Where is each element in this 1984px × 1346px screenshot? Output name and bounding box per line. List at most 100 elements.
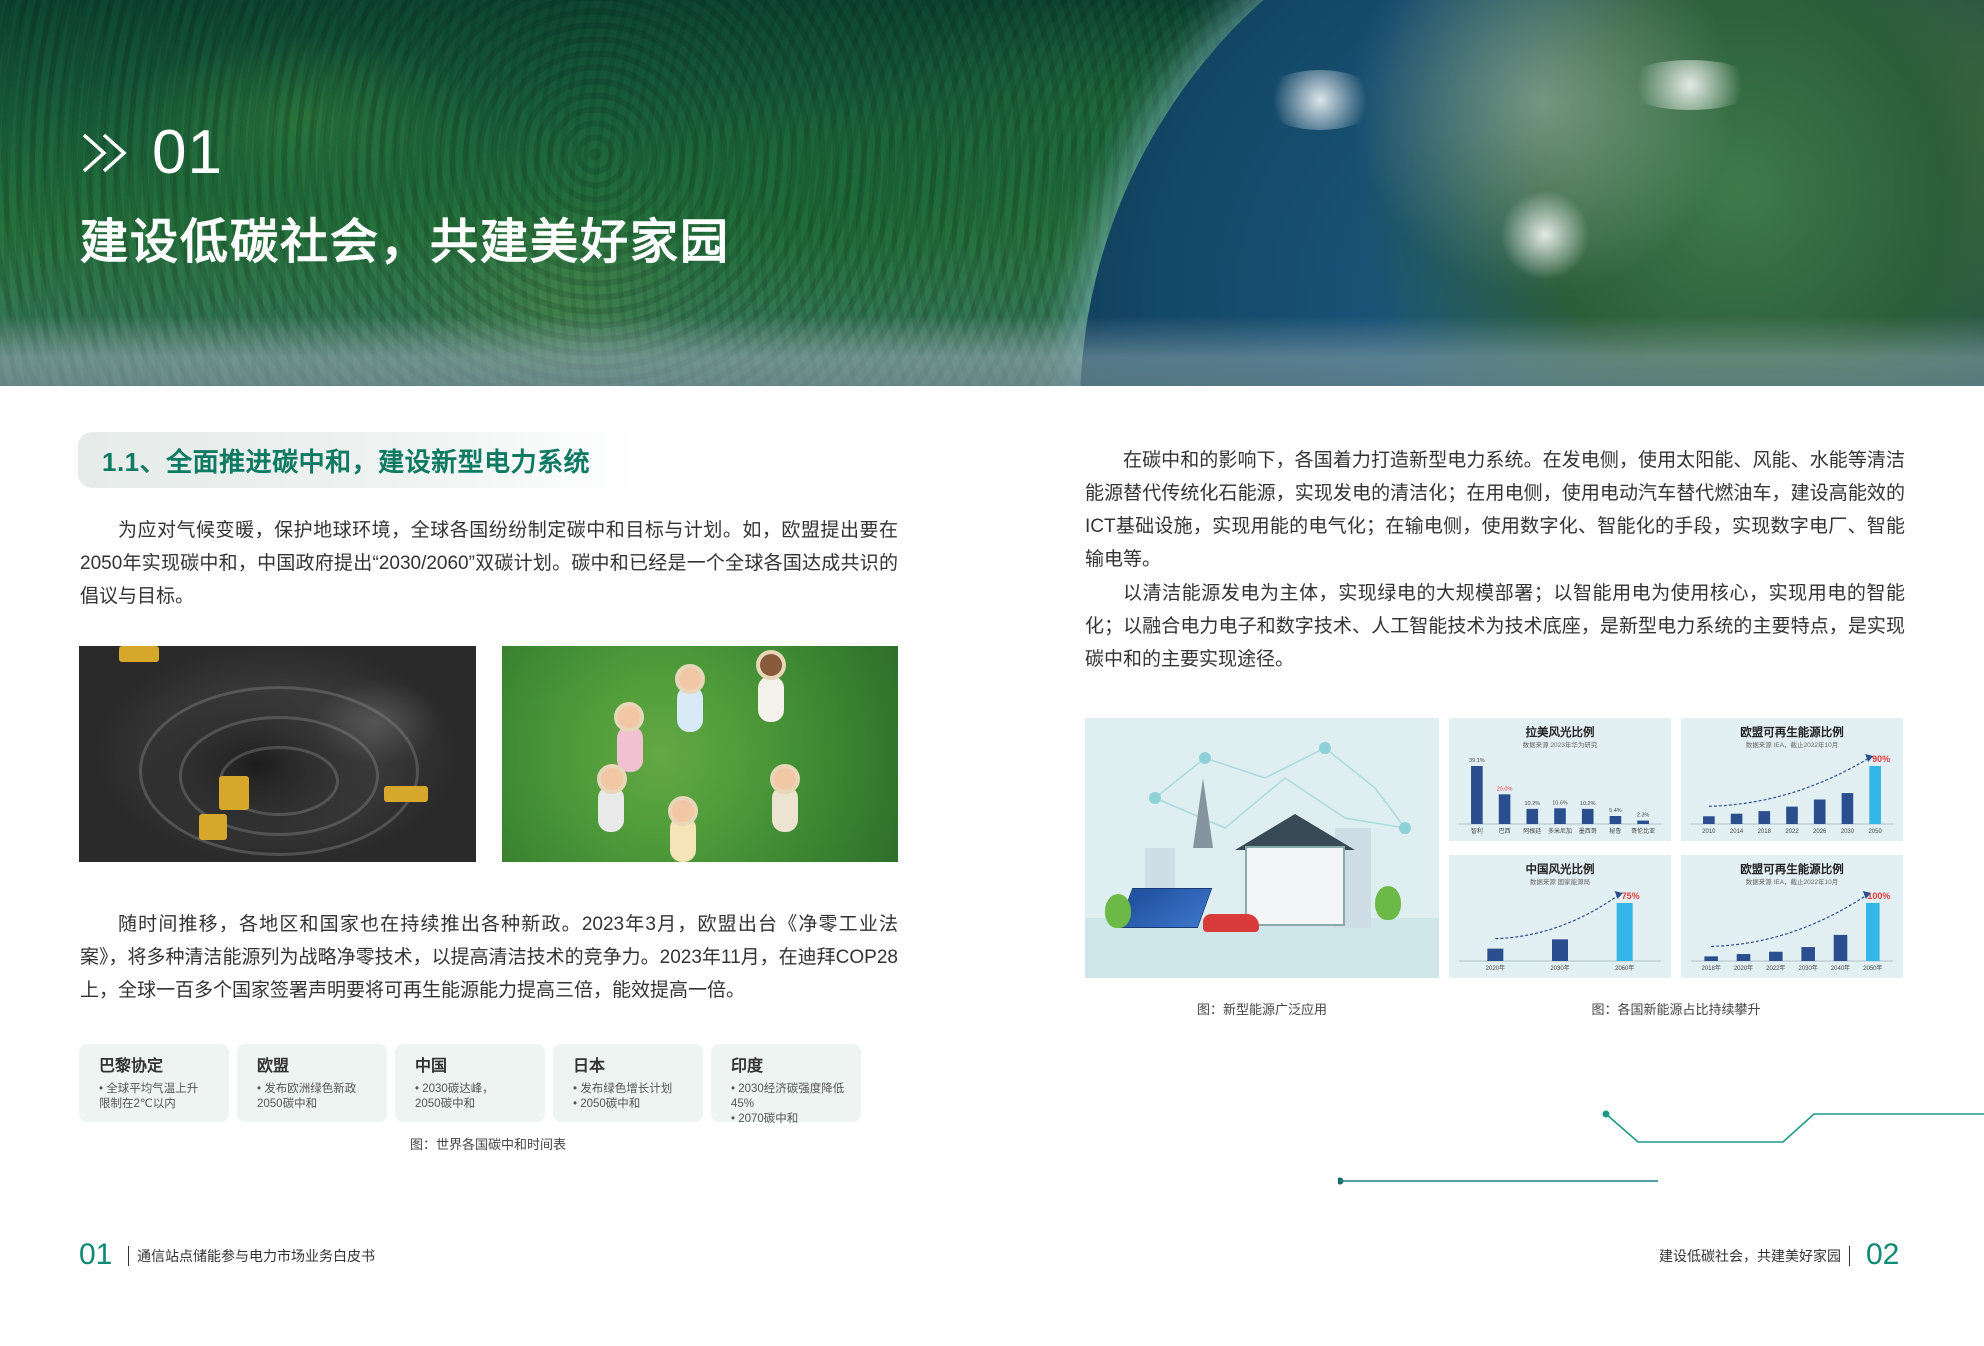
chart-bar: [1552, 939, 1568, 961]
section-number: 01: [80, 122, 730, 184]
chart-subtitle: 数据来源 国家能源局: [1530, 877, 1590, 886]
chart-subtitle: 数据来源 IEA，截止2022年10月: [1746, 740, 1838, 749]
chart-tick-label: 2022: [1785, 829, 1799, 835]
solar-panel: [1117, 888, 1213, 928]
card-china: 中国 • 2030碳达峰， 2050碳中和: [395, 1044, 545, 1122]
chart-china-wind-solar: 中国风光比例 数据来源 国家能源局 2020年 2030年 2060年 75%: [1449, 855, 1671, 978]
chart-bar: [1498, 794, 1511, 824]
card-line: • 2030碳达峰，: [415, 1083, 494, 1095]
chart-tick-label: 2050年: [1863, 964, 1882, 972]
chart-svg: 欧盟可再生能源比例数据来源 IEA，截止2022年10月 2018年 2020年 20…: [1691, 862, 1893, 972]
chart-tick-label: 2030年: [1798, 964, 1817, 972]
chart-data-label: 39.1%: [1469, 758, 1485, 764]
cloud-band: [1620, 60, 1760, 110]
chart-bar: [1471, 766, 1483, 824]
chart-title: 拉美风光比例: [1526, 725, 1595, 739]
chart-data-label: 10.6%: [1552, 800, 1568, 806]
chart-bar: [1833, 934, 1848, 961]
mining-truck: [119, 646, 159, 662]
card-title: 巴黎协定: [99, 1058, 164, 1075]
chart-data-label: 90%: [1872, 754, 1890, 764]
child-head: [770, 764, 800, 794]
chart-svg: 拉美风光比例数据来源 2023年华为研究智利 39.1% 巴西 20.0% 阿根廷 10.…: [1459, 725, 1661, 835]
card-japan: 日本 • 发布绿色增长计划 • 2050碳中和: [553, 1044, 703, 1122]
intro-paragraph: 为应对气候变暖，保护地球环境，全球各国纷纷制定碳中和目标与计划。如，欧盟提出要在…: [80, 520, 898, 607]
children-circle-photo: [502, 646, 898, 862]
chart-bar: [1616, 903, 1633, 961]
chart-bar: [1703, 816, 1715, 824]
chart-tick-label: 哥伦比亚: [1631, 827, 1655, 835]
chart-bar: [1866, 903, 1880, 961]
illustration-caption: 图：新型能源广泛应用: [1196, 1002, 1327, 1017]
chart-bar: [1554, 808, 1566, 824]
chart-tick-label: 2030: [1841, 829, 1855, 835]
features-paragraph: 以清洁能源发电为主体，实现绿电的大规模部署；以智能用电为使用核心，实现用电的智能…: [1085, 583, 1905, 670]
section-number-text: 01: [152, 118, 223, 187]
page-number-left: 01: [79, 1238, 113, 1271]
chart-tick-label: 2010: [1702, 829, 1716, 835]
chart-data-label: 75%: [1622, 891, 1640, 901]
coal-mine-photo: [79, 646, 476, 862]
subsection-heading: 1.1、全面推进碳中和，建设新型电力系统: [78, 432, 638, 488]
chart-tick-label: 2050: [1868, 829, 1882, 835]
network-node: [1399, 822, 1411, 834]
chart-latam-wind-solar: 拉美风光比例 数据来源 2023年华为研究 智利 39.1% 巴西 20.0% 阿根廷 10.…: [1449, 718, 1671, 841]
child-figure: [617, 726, 643, 772]
chart-tick-label: 2020年: [1734, 964, 1753, 972]
chart-svg: 中国风光比例数据来源 国家能源局 2020年 2030年 2060年 75%: [1459, 862, 1661, 972]
child-head: [597, 764, 627, 794]
chart-bar: [1609, 815, 1622, 824]
card-title: 印度: [731, 1058, 764, 1075]
card-line: 2050碳中和: [257, 1098, 318, 1110]
chart-eu-renewables-2040: 欧盟可再生能源比例 数据来源 IEA，截止2022年10月 2018年 2020年 20…: [1681, 855, 1903, 978]
card-line: • 2070碳中和: [731, 1113, 799, 1125]
card-title: 日本: [573, 1058, 606, 1075]
tree: [1375, 886, 1401, 920]
chart-tick-label: 2022年: [1766, 964, 1785, 972]
chart-tick-label: 多米尼加: [1548, 827, 1572, 835]
card-line: • 全球平均气温上升: [99, 1083, 199, 1095]
chart-bar: [1801, 947, 1815, 961]
network-node: [1319, 742, 1331, 754]
tree: [1105, 894, 1131, 928]
chart-data-label: 10.2%: [1580, 801, 1596, 807]
chart-tick-label: 巴西: [1499, 828, 1511, 835]
chart-bar: [1869, 766, 1881, 824]
chart-tick-label: 墨西哥: [1579, 828, 1597, 835]
page-title: 建设低碳社会，共建美好家园: [80, 216, 731, 269]
child-head: [675, 664, 705, 694]
chart-tick-label: 2030年: [1550, 964, 1569, 972]
chart-data-label: 100%: [1867, 891, 1890, 901]
chart-subtitle: 数据来源 IEA，截止2022年10月: [1746, 877, 1838, 886]
chart-tick-label: 2018年: [1701, 964, 1720, 972]
page-number-right: 02: [1866, 1238, 1900, 1271]
chart-bar: [1769, 951, 1783, 961]
child-head: [668, 796, 698, 826]
card-paris-agreement: 巴黎协定 • 全球平均气温上升 限制在2℃以内: [79, 1044, 229, 1122]
banner-haze: [0, 316, 1984, 386]
chart-bar: [1758, 811, 1771, 824]
chart-trend-arrow: [1495, 894, 1620, 940]
double-chevron-icon: [82, 133, 127, 173]
chart-bar: [1736, 954, 1751, 961]
card-india: 印度 • 2030经济碳强度降低45% • 2070碳中和: [711, 1044, 861, 1125]
mining-truck: [384, 786, 428, 802]
chart-bar: [1526, 808, 1539, 824]
decorative-lines: [1338, 1110, 1984, 1185]
chart-svg: 欧盟可再生能源比例数据来源 IEA，截止2022年10月 2010 2014 2018…: [1691, 725, 1893, 835]
card-title: 欧盟: [257, 1058, 290, 1075]
cyclone-swirl: [1500, 190, 1590, 280]
chart-tick-label: 智利: [1471, 827, 1483, 835]
chart-title: 中国风光比例: [1526, 862, 1595, 876]
card-line: 2050碳中和: [415, 1098, 476, 1110]
card-line: • 发布欧洲绿色新政: [257, 1083, 357, 1095]
power-system-paragraph: 在碳中和的影响下，各国着力打造新型电力系统。在发电侧，使用太阳能、风能、水能等清…: [1085, 450, 1905, 570]
adult-figure: [758, 676, 784, 722]
chart-bar: [1786, 806, 1798, 824]
chart-title: 欧盟可再生能源比例: [1740, 862, 1844, 876]
chart-data-label: 5.4%: [1609, 808, 1622, 814]
power-pylon: [1193, 778, 1213, 848]
chart-data-label: 2.3%: [1637, 813, 1650, 819]
card-line: 限制在2℃以内: [99, 1098, 176, 1110]
network-node: [1149, 792, 1161, 804]
